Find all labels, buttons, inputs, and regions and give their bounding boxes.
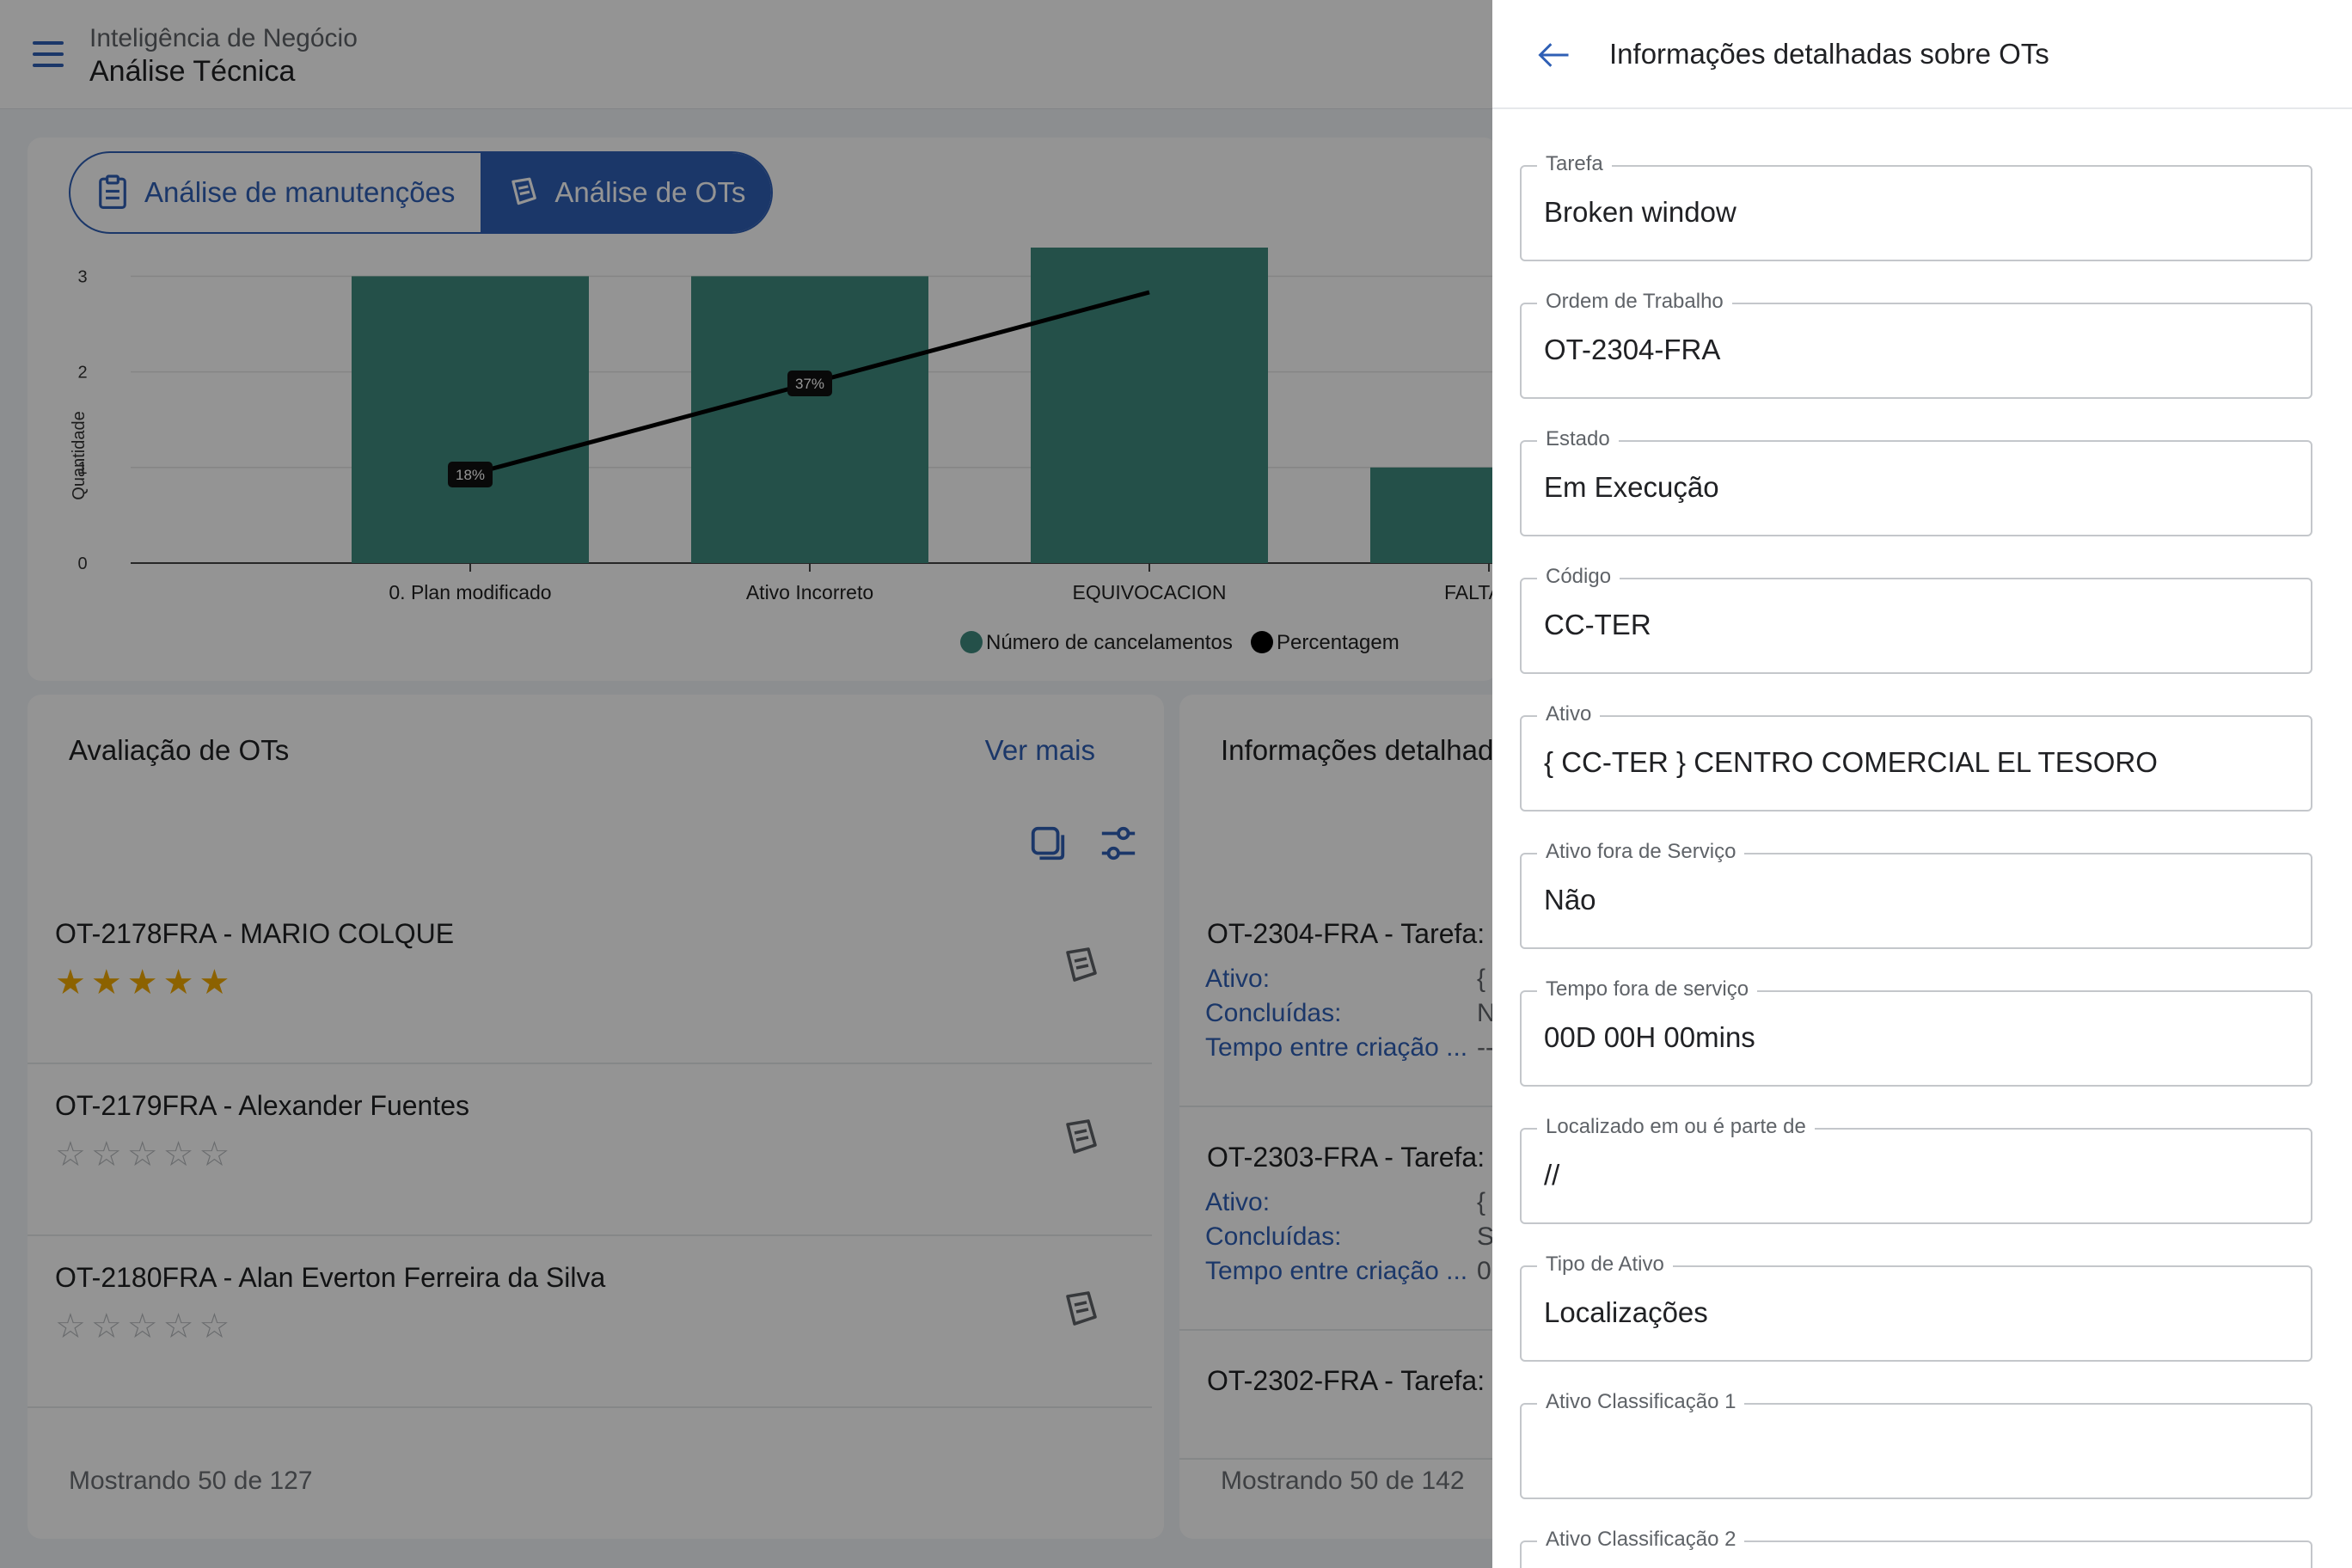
drawer-field-value: { CC-TER } CENTRO COMERCIAL EL TESORO	[1544, 746, 2158, 778]
drawer-field-label: Ativo Classificação 1	[1537, 1390, 1745, 1414]
drawer-field-value: Em Execução	[1544, 471, 1719, 503]
drawer-field-label: Tipo de Ativo	[1537, 1253, 1673, 1277]
drawer-field[interactable]: Tarefa Broken window	[1520, 152, 2312, 261]
drawer-field-label: Ordem de Trabalho	[1537, 290, 1732, 314]
drawer-field-label: Ativo Classificação 2	[1537, 1528, 1745, 1552]
drawer-field-value: CC-TER	[1544, 609, 1651, 640]
back-arrow-icon[interactable]	[1535, 36, 1573, 74]
drawer-field[interactable]: Ativo Classificação 1	[1520, 1390, 2312, 1499]
drawer-field-value: OT-2304-FRA	[1544, 334, 1721, 365]
drawer-field-label: Tarefa	[1537, 152, 1612, 176]
drawer-field-label: Localizado em ou é parte de	[1537, 1115, 1815, 1139]
drawer-title: Informações detalhadas sobre OTs	[1609, 38, 2049, 70]
drawer-field[interactable]: Ativo { CC-TER } CENTRO COMERCIAL EL TESO…	[1520, 702, 2312, 812]
drawer-field[interactable]: Tempo fora de serviço 00D 00H 00mins	[1520, 977, 2312, 1087]
drawer-field-label: Tempo fora de serviço	[1537, 977, 1758, 1001]
drawer-field[interactable]: Código CC-TER	[1520, 565, 2312, 674]
drawer-field-label: Ativo	[1537, 702, 1601, 726]
drawer-field-label: Ativo fora de Serviço	[1537, 840, 1745, 864]
drawer-field[interactable]: Ordem de Trabalho OT-2304-FRA	[1520, 290, 2312, 399]
drawer-field[interactable]: Ativo Classificação 2	[1520, 1528, 2312, 1568]
drawer-header: Informações detalhadas sobre OTs	[1492, 0, 2352, 109]
drawer-field-value: Localizações	[1544, 1296, 1708, 1328]
drawer-field-value: 00D 00H 00mins	[1544, 1021, 1755, 1053]
drawer-field[interactable]: Ativo fora de Serviço Não	[1520, 840, 2312, 949]
drawer-field-label: Código	[1537, 565, 1620, 589]
drawer-field-value: Não	[1544, 884, 1596, 916]
drawer-field-value: Broken window	[1544, 196, 1736, 228]
modal-scrim[interactable]	[0, 0, 1492, 1568]
drawer-field-label: Estado	[1537, 427, 1619, 451]
drawer-field[interactable]: Estado Em Execução	[1520, 427, 2312, 536]
drawer-field-value: //	[1544, 1159, 1560, 1191]
details-drawer: Informações detalhadas sobre OTs Tarefa B…	[1492, 0, 2352, 1568]
drawer-field[interactable]: Tipo de Ativo Localizações	[1520, 1253, 2312, 1362]
drawer-field[interactable]: Localizado em ou é parte de //	[1520, 1115, 2312, 1224]
